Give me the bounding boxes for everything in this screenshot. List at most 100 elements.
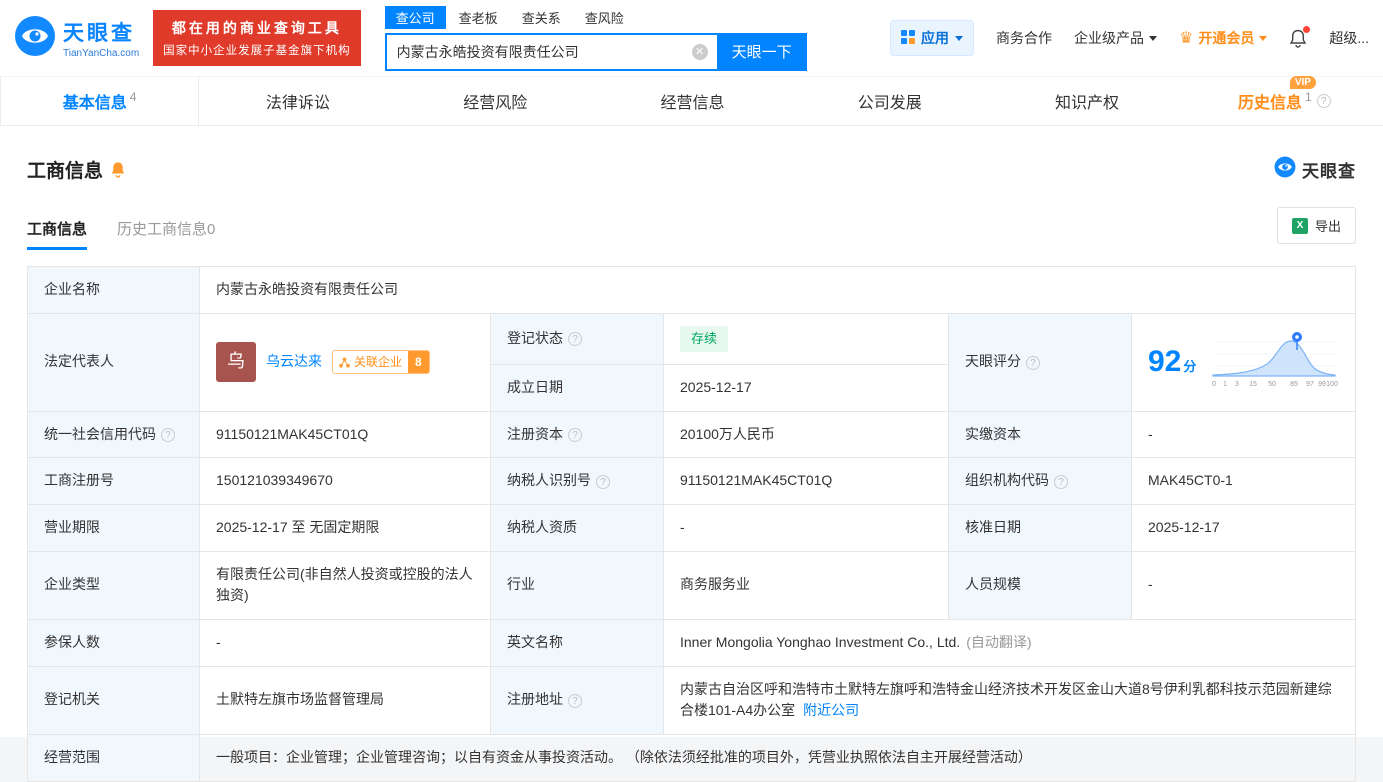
- page: 天眼查 TianYanCha.com 都在用的商业查询工具 国家中小企业发展子基…: [0, 0, 1383, 782]
- tab-history-info[interactable]: 历史信息 VIP 1 ?: [1186, 76, 1383, 125]
- tab-label: 经营风险: [463, 95, 528, 112]
- notification-dot: [1303, 25, 1311, 33]
- reg-address-value: 内蒙古自治区呼和浩特市土默特左旗呼和浩特金山经济技术开发区金山大道8号伊利乳都科…: [663, 665, 1356, 736]
- score-curve-chart[interactable]: 0 1 3 15 50 85 97 99 100: [1209, 328, 1339, 397]
- field-label: 营业期限: [27, 503, 200, 552]
- business-term-value: 2025-12-17 至 无固定期限: [199, 503, 491, 552]
- org-code-value: MAK45CT0-1: [1131, 457, 1356, 505]
- field-label: 组织机构代码?: [948, 457, 1132, 505]
- help-icon[interactable]: ?: [1054, 474, 1068, 489]
- industry-value: 商务服务业: [663, 550, 949, 620]
- field-label: 企业类型: [27, 550, 200, 620]
- svg-text:0: 0: [1212, 381, 1216, 388]
- tab-company-development[interactable]: 公司发展: [791, 77, 988, 125]
- legal-rep-cell: 乌 乌云达来 关联企业 8: [199, 312, 491, 412]
- table-row: 法定代表人 乌 乌云达来 关联企业 8 登记状态 ? 存续 天眼评分 ? 92 …: [27, 312, 1356, 412]
- tab-operating-info[interactable]: 经营信息: [594, 77, 791, 125]
- search-tab-boss[interactable]: 查老板: [448, 6, 509, 29]
- logo-subtitle: TianYanCha.com: [63, 48, 140, 59]
- help-icon[interactable]: ?: [1026, 355, 1040, 370]
- section-title: 工商信息: [27, 161, 104, 182]
- top-nav: 应用 商务合作 企业级产品 ♛ 开通会员 超级...: [889, 20, 1369, 56]
- brand-eye-icon: [1274, 156, 1296, 183]
- chevron-down-icon: [954, 35, 963, 41]
- export-label: 导出: [1314, 219, 1341, 234]
- company-type-value: 有限责任公司(非自然人投资或控股的法人独资): [199, 550, 491, 620]
- tianyancha-logo[interactable]: 天眼查 TianYanCha.com: [14, 15, 139, 62]
- field-label: 人员规模: [948, 550, 1132, 620]
- staff-size-value: -: [1131, 550, 1356, 620]
- help-icon[interactable]: ?: [161, 427, 175, 442]
- clear-search-icon[interactable]: ✕: [691, 43, 708, 60]
- svg-text:15: 15: [1249, 381, 1257, 388]
- nav-enterprise-products[interactable]: 企业级产品: [1074, 28, 1157, 48]
- subscribe-bell-icon[interactable]: [110, 161, 126, 178]
- tab-operating-risk[interactable]: 经营风险: [397, 77, 594, 125]
- tab-intellectual-property[interactable]: 知识产权: [988, 77, 1185, 125]
- table-row: 营业期限 2025-12-17 至 无固定期限 纳税人资质 - 核准日期 202…: [27, 503, 1356, 552]
- search-tab-relation[interactable]: 查关系: [511, 6, 572, 29]
- paid-capital-value: -: [1131, 410, 1356, 459]
- help-icon[interactable]: ?: [1316, 94, 1331, 108]
- auto-translate-note: (自动翻译): [966, 633, 1032, 650]
- svg-text:99: 99: [1318, 381, 1326, 388]
- export-button[interactable]: X 导出: [1276, 207, 1356, 244]
- reg-capital-value: 20100万人民币: [663, 410, 949, 459]
- subtab-history-business-info[interactable]: 历史工商信息0: [117, 218, 215, 250]
- brand-text: 天眼查: [1302, 162, 1356, 181]
- tab-count: 4: [129, 90, 137, 104]
- nearby-companies-link[interactable]: 附近公司: [803, 702, 859, 718]
- vip-tag: VIP: [1289, 76, 1316, 89]
- svg-text:3: 3: [1235, 381, 1239, 388]
- credit-code-value: 91150121MAK45CT01Q: [199, 410, 491, 459]
- table-row: 统一社会信用代码? 91150121MAK45CT01Q 注册资本? 20100…: [27, 410, 1356, 459]
- section-brand-logo: 天眼查: [1274, 156, 1356, 183]
- nav-open-vip[interactable]: ♛ 开通会员: [1179, 28, 1268, 48]
- search-tab-risk[interactable]: 查风险: [574, 6, 635, 29]
- apps-label: 应用: [920, 30, 949, 46]
- svg-text:100: 100: [1326, 381, 1338, 388]
- notifications-bell-icon[interactable]: [1289, 25, 1311, 48]
- help-icon[interactable]: ?: [568, 693, 582, 708]
- tab-basic-info[interactable]: 基本信息 4: [0, 77, 200, 125]
- help-icon[interactable]: ?: [568, 427, 582, 442]
- help-icon[interactable]: ?: [596, 474, 610, 489]
- tab-basic-info-label: 基本信息: [62, 95, 127, 112]
- related-companies-label: 关联企业: [354, 354, 403, 369]
- search-tabs: 查公司 查老板 查关系 查风险: [384, 5, 807, 29]
- company-anchor-tabs: 基本信息 4 法律诉讼 经营风险 经营信息 公司发展 知识产权 历史信息 VIP…: [0, 76, 1383, 126]
- nav-business-cooperation[interactable]: 商务合作: [996, 28, 1052, 48]
- score-cell: 92 分 0 1 3 15 50 85 97 99 100: [1131, 312, 1356, 412]
- promo-line1: 都在用的商业查询工具: [171, 20, 342, 36]
- field-label: 纳税人识别号?: [490, 457, 664, 505]
- help-icon[interactable]: ?: [568, 332, 582, 347]
- tab-legal-proceedings[interactable]: 法律诉讼: [199, 77, 396, 125]
- excel-icon: X: [1291, 217, 1308, 234]
- field-label: 工商注册号: [27, 457, 200, 505]
- field-label: 成立日期: [490, 363, 664, 412]
- approval-date-value: 2025-12-17: [1131, 503, 1356, 552]
- chevron-down-icon: [1148, 35, 1157, 41]
- business-scope-value: 一般项目：企业管理；企业管理咨询；以自有资金从事投资活动。 （除依法须经批准的项…: [199, 734, 1356, 782]
- tab-label: 知识产权: [1055, 95, 1120, 112]
- field-label: 统一社会信用代码?: [27, 410, 200, 459]
- subtab-business-info[interactable]: 工商信息: [27, 218, 88, 250]
- related-companies-badge[interactable]: 关联企业 8: [332, 349, 430, 375]
- field-label: 参保人数: [27, 618, 200, 667]
- taxpayer-id-value: 91150121MAK45CT01Q: [663, 457, 949, 505]
- related-companies-icon: [339, 357, 350, 368]
- enterprise-label: 企业级产品: [1073, 30, 1144, 46]
- legal-rep-link[interactable]: 乌云达来: [266, 351, 322, 373]
- avatar[interactable]: 乌: [216, 342, 256, 383]
- nav-super-vip[interactable]: 超级...: [1329, 28, 1369, 48]
- search-tab-company[interactable]: 查公司: [384, 5, 446, 29]
- table-row: 参保人数 - 英文名称 Inner Mongolia Yonghao Inves…: [27, 618, 1356, 667]
- table-row: 企业名称 内蒙古永皓投资有限责任公司: [27, 266, 1356, 314]
- english-name-value: Inner Mongolia Yonghao Investment Co., L…: [663, 618, 1356, 667]
- table-row: 经营范围 一般项目：企业管理；企业管理咨询；以自有资金从事投资活动。 （除依法须…: [27, 734, 1356, 782]
- search-button[interactable]: 天眼一下: [716, 32, 807, 71]
- field-label: 行业: [490, 550, 664, 620]
- logo-title: 天眼查: [63, 22, 135, 45]
- apps-menu[interactable]: 应用: [889, 20, 974, 56]
- search-input[interactable]: [384, 32, 717, 71]
